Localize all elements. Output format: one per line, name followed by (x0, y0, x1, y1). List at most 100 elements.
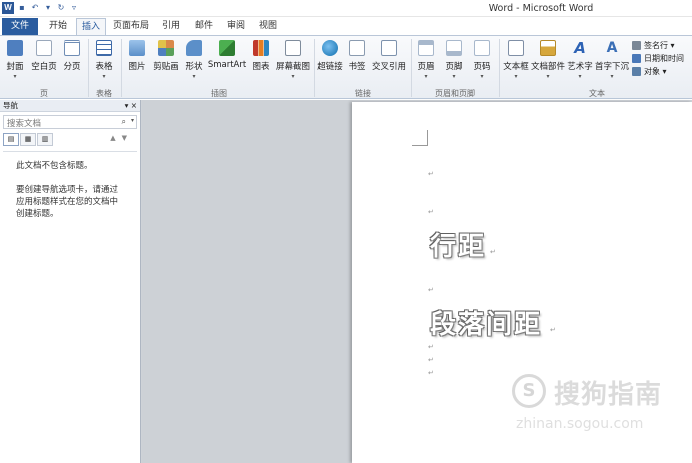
tab-file[interactable]: 文件 (2, 18, 38, 35)
table-button[interactable]: 表格 ▾ (93, 40, 115, 80)
header-button[interactable]: 页眉 ▾ (415, 40, 437, 80)
screenshot-button[interactable]: 屏幕截图 ▾ (275, 40, 311, 80)
wordart-label: 艺术字 (567, 62, 593, 72)
tab-review[interactable]: 审阅 (222, 18, 250, 35)
chart-button[interactable]: 图表 (249, 40, 273, 72)
search-icon[interactable]: ⌕ (122, 117, 126, 127)
cover-page-icon (7, 40, 23, 56)
paragraph-mark: ↵ (428, 170, 434, 178)
chart-label: 图表 (252, 62, 270, 72)
text-box-icon (508, 40, 524, 56)
margin-corner-mark (412, 130, 428, 146)
footer-button[interactable]: 页脚 ▾ (443, 40, 465, 80)
page-number-button[interactable]: 页码 ▾ (471, 40, 493, 80)
chart-icon (253, 40, 269, 56)
group-label-header-footer: 页眉和页脚 (435, 89, 475, 98)
shapes-label: 形状 (185, 62, 203, 72)
browse-pages-tab[interactable]: ▦ (20, 133, 36, 146)
text-small-buttons: 签名行 ▾ 日期和时间 对象 ▾ (632, 39, 684, 78)
picture-button[interactable]: 图片 (126, 40, 148, 72)
page-break-button[interactable]: 分页 (61, 40, 83, 72)
screenshot-icon (285, 40, 301, 56)
search-document-input[interactable]: 搜索文档 ⌕ ▾ (3, 115, 137, 129)
shapes-icon (186, 40, 202, 56)
signature-line-label: 签名行 ▾ (644, 41, 675, 50)
workspace: 导航 ▾ × 搜索文档 ⌕ ▾ ▤ ▦ ▥ ▲▼ 此文档不包含标题。 要创建导航… (0, 100, 692, 463)
search-placeholder: 搜索文档 (7, 119, 42, 129)
quick-parts-label: 文档部件 (531, 62, 566, 72)
tab-view[interactable]: 视图 (254, 18, 282, 35)
wordart-icon: A (574, 39, 586, 57)
nav-arrows[interactable]: ▲▼ (110, 134, 133, 142)
text-box-button[interactable]: 文本框 ▾ (502, 40, 530, 80)
group-label-tables: 表格 (96, 89, 112, 98)
title-bar: W ▪ ↶ ▾ ↻ ▿ Word - Microsoft Word (0, 0, 692, 17)
tab-mailings[interactable]: 邮件 (190, 18, 218, 35)
clip-art-icon (158, 40, 174, 56)
clip-art-label: 剪贴画 (153, 62, 179, 72)
navigation-pane: 导航 ▾ × 搜索文档 ⌕ ▾ ▤ ▦ ▥ ▲▼ 此文档不包含标题。 要创建导航… (0, 100, 141, 463)
text-box-label: 文本框 (503, 62, 529, 72)
blank-page-icon (36, 40, 52, 56)
blank-page-label: 空白页 (31, 62, 57, 72)
watermark-text: 搜狗指南 (554, 380, 663, 410)
ribbon-tabs: 文件 开始 插入 页面布局 引用 邮件 审阅 视图 (0, 17, 692, 35)
paragraph-mark: ↵ (428, 356, 434, 364)
drop-cap-icon: A (606, 40, 618, 56)
drop-cap-button[interactable]: A 首字下沉 ▾ (595, 40, 629, 80)
browse-results-tab[interactable]: ▥ (37, 133, 53, 146)
tab-references[interactable]: 引用 (156, 18, 186, 35)
heading-paragraph-spacing[interactable]: 段落间距 (430, 304, 542, 341)
sogou-watermark: S 搜狗指南 zhinan.sogou.com (512, 372, 687, 442)
tab-home[interactable]: 开始 (42, 18, 74, 35)
window-title: Word - Microsoft Word (488, 3, 594, 14)
document-background (142, 100, 352, 463)
tab-page-layout[interactable]: 页面布局 (110, 18, 152, 35)
cover-page-button[interactable]: 封面 ▾ (4, 40, 26, 80)
page-break-icon (64, 40, 80, 56)
smartart-icon (219, 40, 235, 56)
navigation-view-tabs: ▤ ▦ ▥ ▲▼ (3, 133, 137, 147)
navigation-pane-controls[interactable]: ▾ × (125, 100, 137, 112)
paragraph-mark: ↵ (428, 343, 434, 351)
screenshot-label: 屏幕截图 (275, 62, 310, 72)
blank-page-button[interactable]: 空白页 (29, 40, 59, 72)
signature-line-icon (632, 41, 641, 50)
chevron-down-icon[interactable]: ▾ (131, 117, 134, 124)
paragraph-mark: ↵ (490, 248, 496, 256)
clip-art-button[interactable]: 剪贴画 (151, 40, 181, 72)
navigation-message: 此文档不包含标题。 要创建导航选项卡，请通过应用标题样式在您的文档中创建标题。 (0, 152, 140, 220)
wordart-button[interactable]: A 艺术字 ▾ (566, 40, 594, 80)
tab-insert[interactable]: 插入 (76, 18, 106, 35)
drop-cap-label: 首字下沉 (595, 62, 630, 72)
heading-line-spacing[interactable]: 行距 (430, 226, 486, 263)
bookmark-button[interactable]: 书签 (346, 40, 368, 72)
navigation-pane-title: 导航 (3, 101, 18, 110)
cross-reference-icon (381, 40, 397, 56)
quick-parts-button[interactable]: 文档部件 ▾ (531, 40, 565, 80)
shapes-button[interactable]: 形状 ▾ (183, 40, 205, 80)
date-time-button[interactable]: 日期和时间 (632, 52, 684, 65)
signature-line-button[interactable]: 签名行 ▾ (632, 39, 684, 52)
header-icon (418, 40, 434, 56)
group-label-text: 文本 (589, 89, 605, 98)
object-button[interactable]: 对象 ▾ (632, 65, 684, 78)
smartart-button[interactable]: SmartArt (207, 40, 247, 70)
document-page[interactable]: ↵ ↵ 行距 ↵ ↵ 段落间距 ↵ ↵ ↵ ↵ S 搜狗指南 zhinan.so… (352, 102, 692, 463)
object-icon (632, 67, 641, 76)
picture-label: 图片 (128, 62, 146, 72)
table-label: 表格 (95, 62, 113, 72)
navigation-pane-header: 导航 ▾ × (0, 100, 140, 112)
date-time-label: 日期和时间 (644, 54, 684, 63)
picture-icon (129, 40, 145, 56)
hyperlink-button[interactable]: 超链接 (316, 40, 344, 72)
cover-page-label: 封面 (6, 62, 24, 72)
browse-headings-tab[interactable]: ▤ (3, 133, 19, 146)
object-label: 对象 ▾ (644, 67, 667, 76)
ribbon: 封面 ▾ 空白页 分页 页 表格 ▾ 表格 图片 剪贴画 形状 ▾ SmartA… (0, 35, 692, 99)
cross-reference-button[interactable]: 交叉引用 (370, 40, 408, 72)
group-label-illustrations: 插图 (211, 89, 227, 98)
header-label: 页眉 (417, 62, 435, 72)
bookmark-icon (349, 40, 365, 56)
paragraph-mark: ↵ (428, 208, 434, 216)
